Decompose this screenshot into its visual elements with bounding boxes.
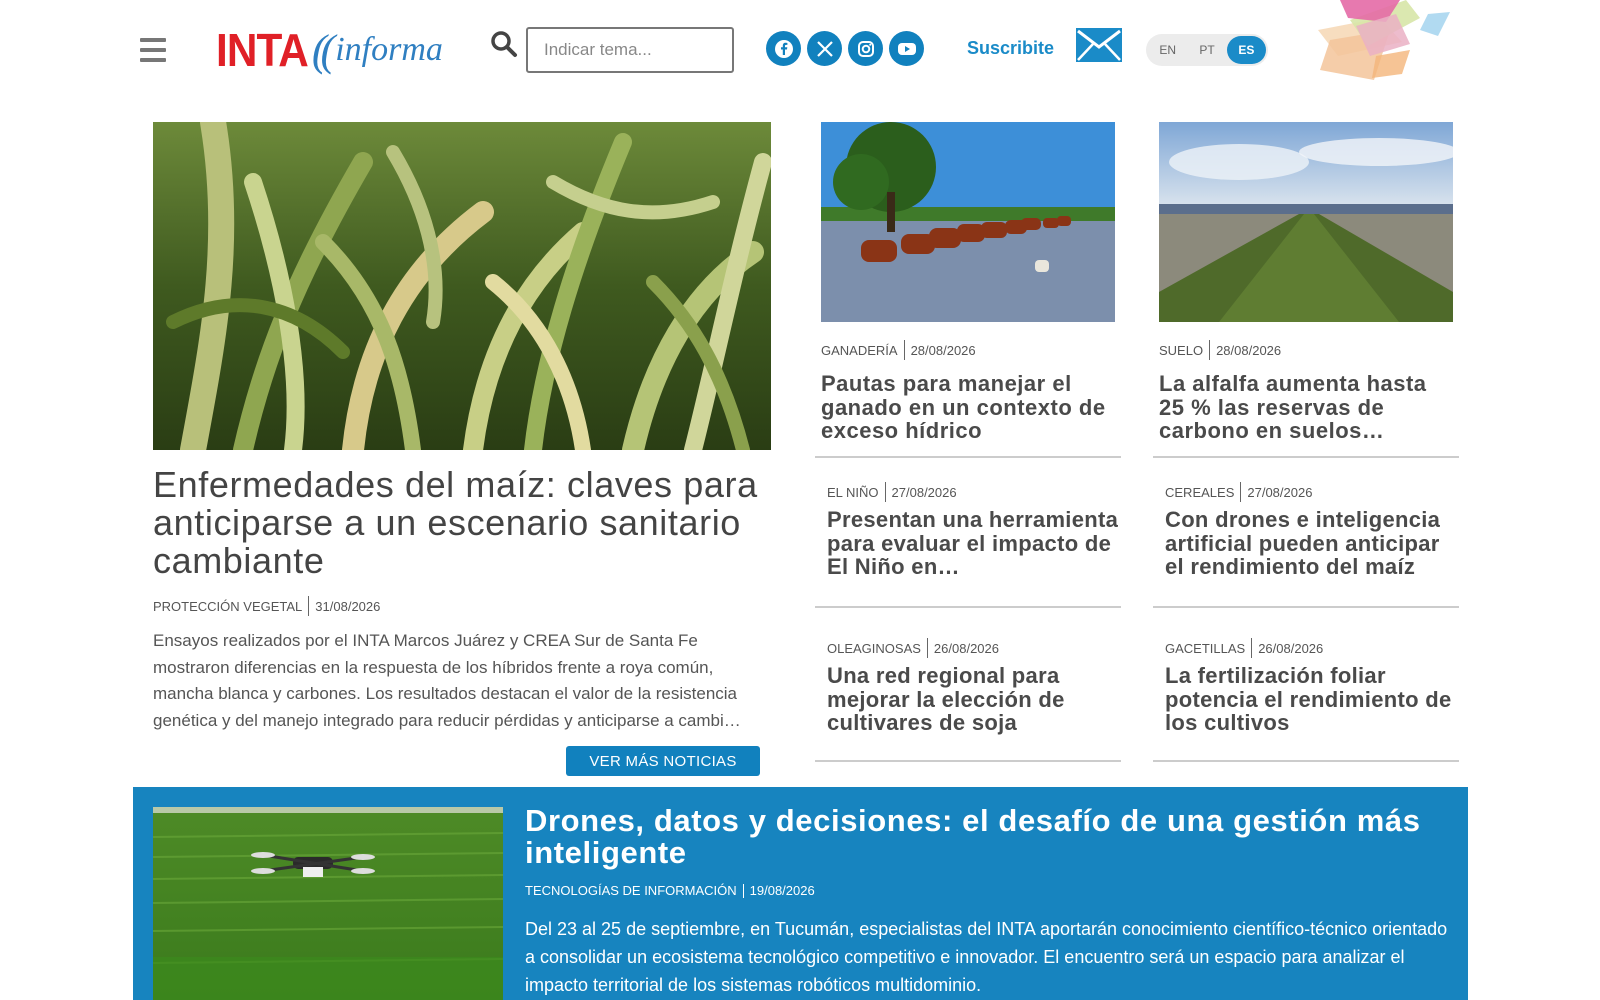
news-card-date: 27/08/2026 — [1247, 484, 1313, 500]
main-story-image[interactable] — [153, 122, 771, 450]
youtube-icon[interactable] — [889, 31, 924, 66]
featured-category[interactable]: TECNOLOGÍAS DE INFORMACIÓN — [525, 883, 737, 898]
hamburger-menu-icon[interactable] — [140, 38, 166, 62]
meta-divider — [1209, 340, 1211, 360]
news-card-meta: GACETILLAS 26/08/2026 — [1165, 638, 1459, 658]
news-card-title[interactable]: La fertilización foliar potencia el rend… — [1165, 664, 1459, 736]
subscribe-link[interactable]: Suscribite — [967, 38, 1054, 59]
main-story-category[interactable]: PROTECCIÓN VEGETAL — [153, 599, 308, 614]
lang-es[interactable]: ES — [1226, 36, 1266, 64]
news-card-title[interactable]: Presentan una herramienta para evaluar e… — [827, 508, 1121, 580]
card-divider — [1153, 606, 1459, 608]
news-card-category[interactable]: OLEAGINOSAS — [827, 641, 927, 656]
news-card-title[interactable]: Una red regional para mejorar la elecció… — [827, 664, 1121, 736]
meta-divider — [1240, 482, 1242, 502]
card-divider — [815, 456, 1121, 458]
news-card-title[interactable]: Pautas para manejar el ganado en un cont… — [821, 372, 1117, 444]
meta-divider — [1251, 638, 1253, 658]
news-card[interactable]: OLEAGINOSAS 26/08/2026 Una red regional … — [815, 638, 1121, 762]
card-divider — [815, 760, 1121, 762]
more-news-button[interactable]: VER MÁS NOTICIAS — [566, 746, 760, 776]
news-card[interactable]: SUELO 28/08/2026 La alfalfa aumenta hast… — [1153, 122, 1459, 458]
language-switch: EN PT ES — [1146, 34, 1268, 66]
news-card-date: 27/08/2026 — [891, 484, 957, 500]
featured-band: Drones, datos y decisiones: el desafío d… — [133, 787, 1468, 1000]
card-divider — [1153, 760, 1459, 762]
logo-brand: INTA — [216, 24, 309, 76]
logo-waves-icon: (( — [311, 25, 335, 75]
meta-divider — [884, 482, 886, 502]
news-card-meta: EL NIÑO 27/08/2026 — [827, 482, 1121, 502]
featured-title[interactable]: Drones, datos y decisiones: el desafío d… — [525, 805, 1445, 869]
news-card-date: 28/08/2026 — [910, 342, 976, 358]
facebook-icon[interactable] — [766, 31, 801, 66]
site-logo[interactable]: INTA (( informa — [216, 22, 443, 78]
news-card-title[interactable]: Con drones e inteligencia artificial pue… — [1165, 508, 1459, 580]
news-card-category[interactable]: GANADERÍA — [821, 343, 904, 358]
instagram-icon[interactable] — [848, 31, 883, 66]
decorative-shapes-icon — [1318, 0, 1450, 80]
featured-meta: TECNOLOGÍAS DE INFORMACIÓN 19/08/2026 — [525, 883, 815, 898]
card-divider — [1153, 456, 1459, 458]
news-card[interactable]: EL NIÑO 27/08/2026 Presentan una herrami… — [815, 482, 1121, 608]
meta-divider — [742, 883, 744, 898]
news-card[interactable]: GANADERÍA 28/08/2026 Pautas para manejar… — [815, 122, 1121, 458]
search-icon[interactable] — [490, 30, 518, 58]
card-divider — [815, 606, 1121, 608]
meta-divider — [926, 638, 928, 658]
news-card-date: 28/08/2026 — [1216, 342, 1282, 358]
main-story-excerpt: Ensayos realizados por el INTA Marcos Ju… — [153, 631, 741, 730]
news-card-category[interactable]: GACETILLAS — [1165, 641, 1251, 656]
news-card-category[interactable]: SUELO — [1159, 343, 1209, 358]
x-icon[interactable] — [807, 31, 842, 66]
news-card-image[interactable] — [821, 122, 1115, 322]
search-input[interactable] — [526, 27, 734, 73]
main-story-meta: PROTECCIÓN VEGETAL 31/08/2026 — [153, 596, 380, 616]
news-card[interactable]: GACETILLAS 26/08/2026 La fertilización f… — [1153, 638, 1459, 762]
lang-pt[interactable]: PT — [1187, 36, 1226, 64]
news-card-meta: OLEAGINOSAS 26/08/2026 — [827, 638, 1121, 658]
meta-divider — [903, 340, 905, 360]
meta-divider — [308, 596, 310, 616]
lang-en[interactable]: EN — [1148, 36, 1187, 64]
news-card[interactable]: CEREALES 27/08/2026 Con drones e intelig… — [1153, 482, 1459, 608]
news-card-meta: SUELO 28/08/2026 — [1159, 340, 1459, 360]
news-card-meta: CEREALES 27/08/2026 — [1165, 482, 1459, 502]
featured-excerpt: Del 23 al 25 de septiembre, en Tucumán, … — [525, 919, 1448, 995]
main-story-date: 31/08/2026 — [315, 598, 381, 614]
social-links — [766, 31, 924, 66]
mail-icon[interactable] — [1076, 28, 1122, 62]
news-card-date: 26/08/2026 — [933, 640, 999, 656]
news-card-category[interactable]: CEREALES — [1165, 485, 1240, 500]
news-card-date: 26/08/2026 — [1258, 640, 1324, 656]
news-card-meta: GANADERÍA 28/08/2026 — [821, 340, 1121, 360]
main-story-title[interactable]: Enfermedades del maíz: claves para antic… — [153, 466, 773, 580]
logo-suffix: informa — [335, 31, 443, 68]
news-card-category[interactable]: EL NIÑO — [827, 485, 885, 500]
featured-image[interactable] — [153, 807, 503, 1000]
site-header: INTA (( informa Suscribite EN PT ES — [0, 0, 1600, 100]
news-card-title[interactable]: La alfalfa aumenta hasta 25 % las reserv… — [1159, 372, 1455, 444]
news-card-image[interactable] — [1159, 122, 1453, 322]
featured-date: 19/08/2026 — [749, 883, 815, 898]
